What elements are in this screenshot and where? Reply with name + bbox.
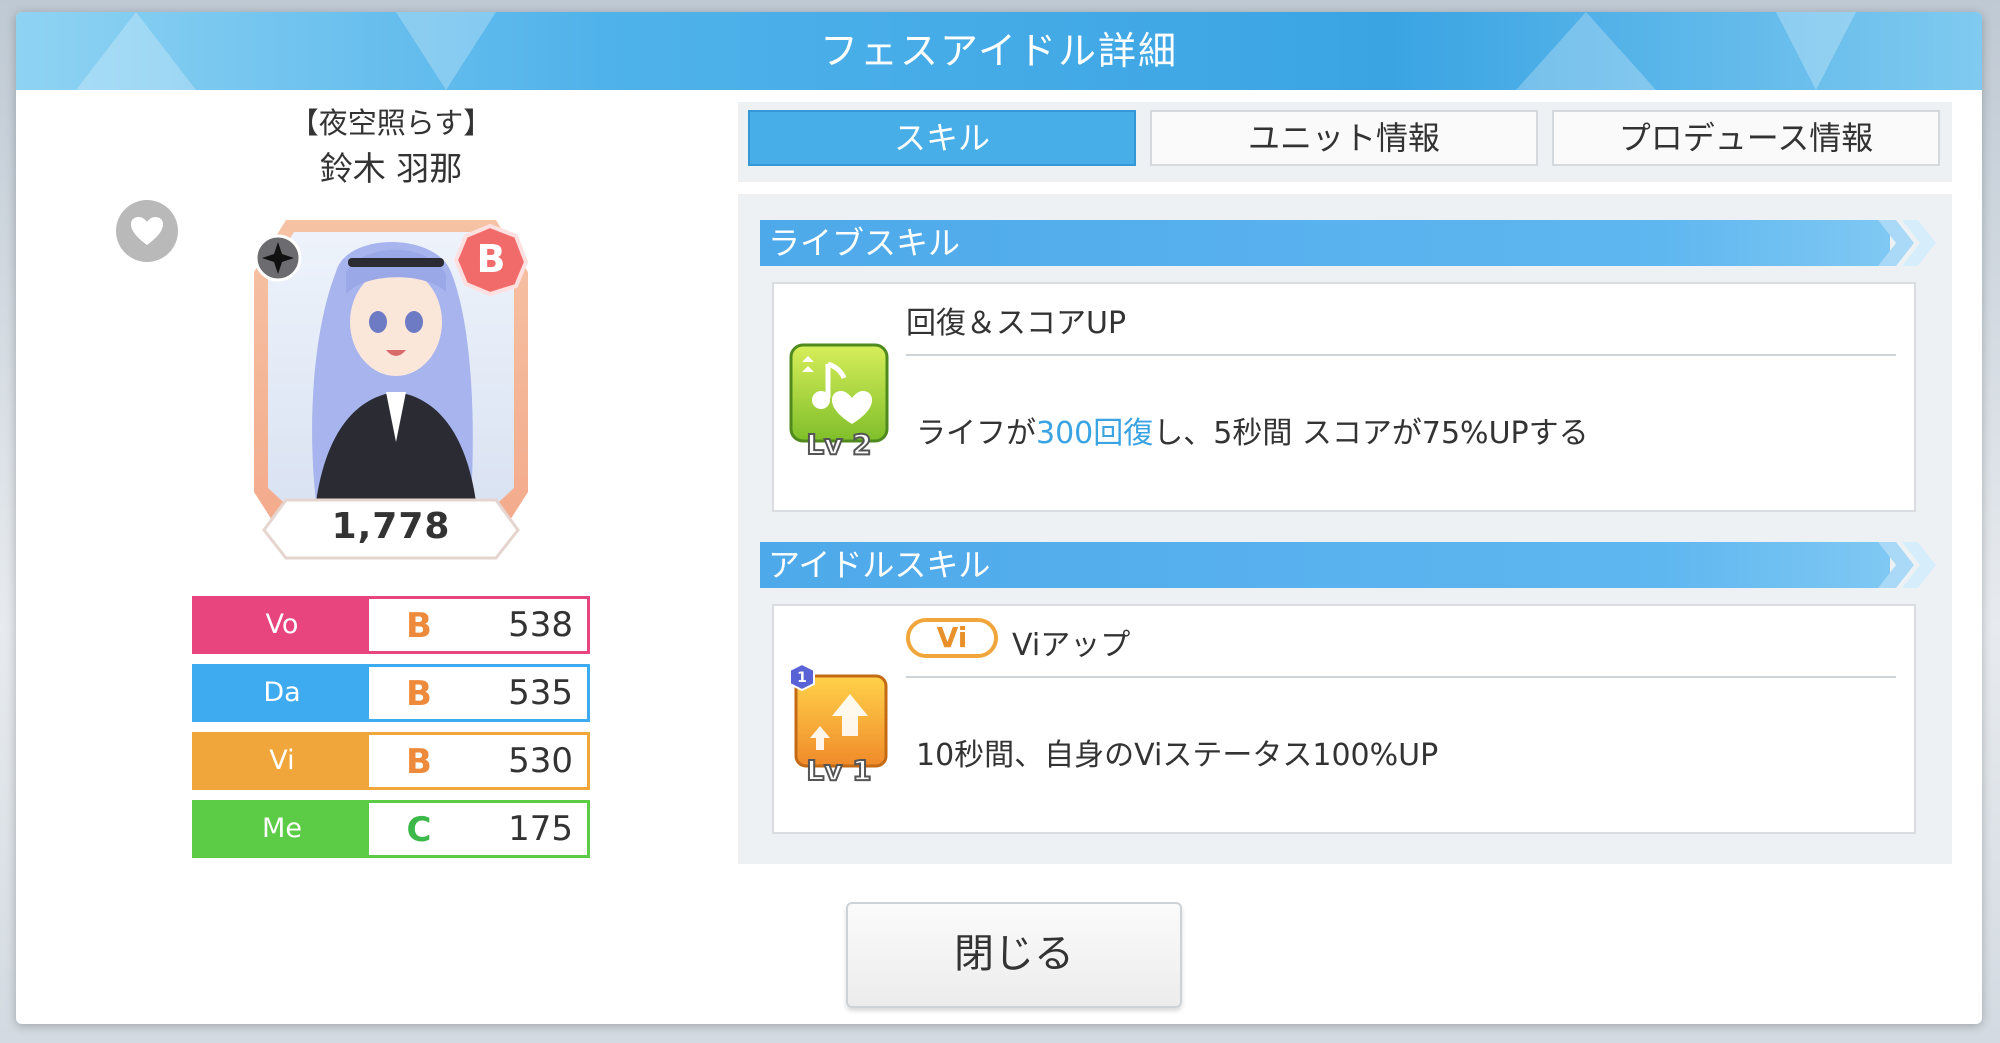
stat-label: Da bbox=[195, 667, 369, 719]
header-stripe-decoration bbox=[1878, 542, 1936, 588]
stat-row-vi: Vi B 530 bbox=[192, 732, 590, 790]
tab-unit-info[interactable]: ユニット情報 bbox=[1150, 110, 1538, 166]
svg-text:B: B bbox=[406, 674, 432, 713]
idol-skill-header: アイドルスキル bbox=[760, 542, 1936, 588]
stat-row-vo: Vo B 538 bbox=[192, 596, 590, 654]
live-skill-header: ライブスキル bbox=[760, 220, 1936, 266]
live-skill-description: ライフが300回復し、5秒間 スコアが75%UPする bbox=[916, 416, 1589, 451]
idol-skill-level: Lv 1 bbox=[806, 754, 871, 782]
divider bbox=[906, 676, 1896, 678]
svg-text:B: B bbox=[406, 742, 432, 781]
grade-c-icon: C bbox=[407, 810, 432, 849]
favorite-button[interactable] bbox=[116, 200, 178, 262]
svg-text:C: C bbox=[407, 810, 432, 849]
tab-produce-info[interactable]: プロデュース情報 bbox=[1552, 110, 1940, 166]
music-heart-skill-icon[interactable]: Lv 2 bbox=[788, 342, 890, 460]
stat-value: 530 bbox=[508, 741, 573, 781]
tab-bar: スキル ユニット情報 プロデュース情報 bbox=[738, 102, 1952, 182]
svg-text:B: B bbox=[406, 606, 432, 645]
stat-value: 535 bbox=[508, 673, 573, 713]
live-skill-card: Lv 2 回復＆スコアUP ライフが300回復し、5秒間 スコアが75%UPする bbox=[772, 282, 1916, 512]
card-title: 【夜空照らす】 bbox=[289, 106, 493, 140]
stat-label: Vi bbox=[195, 735, 369, 787]
close-button[interactable]: 閉じる bbox=[846, 902, 1182, 1008]
live-skill-title: ライブスキル bbox=[768, 224, 961, 262]
vi-up-skill-icon[interactable]: 1 Lv 1 bbox=[788, 664, 890, 782]
stat-label: Vo bbox=[195, 599, 369, 651]
idol-skill-name: Viアップ bbox=[1012, 628, 1131, 663]
title-bar: フェスアイドル詳細 bbox=[16, 12, 1982, 90]
skill-rank-badge: 1 bbox=[797, 670, 807, 686]
dialog-title: フェスアイドル詳細 bbox=[819, 29, 1179, 73]
vi-attribute-badge: Vi bbox=[906, 618, 998, 658]
idol-skill-title: アイドルスキル bbox=[768, 546, 991, 584]
stat-label: Me bbox=[195, 803, 369, 855]
divider bbox=[906, 354, 1896, 356]
idol-name: 鈴木 羽那 bbox=[319, 149, 463, 188]
heart-icon bbox=[131, 217, 163, 245]
stat-value: 175 bbox=[508, 809, 573, 849]
card-rank-badge: B bbox=[477, 237, 506, 281]
stat-row-da: Da B 535 bbox=[192, 664, 590, 722]
grade-b-icon: B bbox=[406, 674, 432, 713]
idol-skill-card: 1 Lv 1 Vi Viアップ 10秒間、自身のViステータス100%UP bbox=[772, 604, 1916, 834]
stat-row-me: Me C 175 bbox=[192, 800, 590, 858]
header-stripe-decoration bbox=[1878, 220, 1936, 266]
live-skill-name: 回復＆スコアUP bbox=[906, 306, 1127, 341]
idol-detail-dialog: フェスアイドル詳細 【夜空照らす】 鈴木 羽那 B 1,778 Vo B 538… bbox=[16, 12, 1982, 1024]
stat-value: 538 bbox=[508, 605, 573, 645]
idol-skill-description: 10秒間、自身のViステータス100%UP bbox=[916, 738, 1439, 773]
tab-skill[interactable]: スキル bbox=[748, 110, 1136, 166]
grade-b-icon: B bbox=[406, 606, 432, 645]
live-skill-level: Lv 2 bbox=[806, 428, 871, 460]
card-score: 1,778 bbox=[331, 506, 451, 547]
grade-b-icon: B bbox=[406, 742, 432, 781]
